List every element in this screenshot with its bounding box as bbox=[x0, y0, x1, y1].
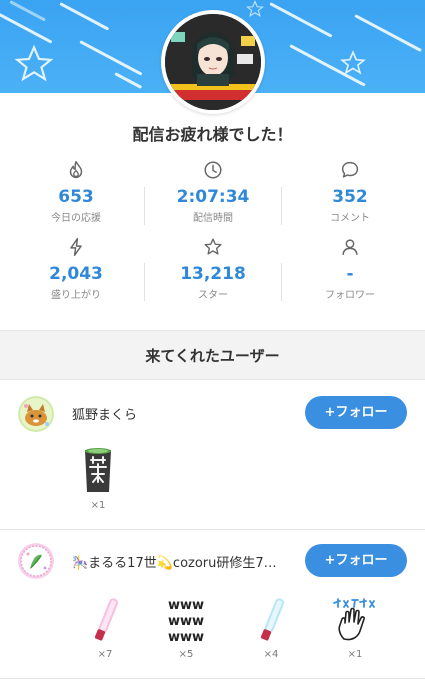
avatar[interactable] bbox=[18, 543, 54, 579]
follow-button[interactable]: +フォロー bbox=[305, 544, 407, 577]
gift-item: ×4 bbox=[246, 595, 296, 660]
thanks-message: 配信お疲れ様でした！ bbox=[132, 125, 293, 144]
stat-value: 653 bbox=[58, 187, 94, 207]
gift-count: ×1 bbox=[347, 649, 363, 660]
stat-label: スター bbox=[198, 290, 228, 301]
streamer-avatar-icon bbox=[165, 14, 261, 110]
pink-glowstick-icon bbox=[94, 598, 119, 641]
clock-icon bbox=[204, 161, 222, 179]
gift-item: ×7 bbox=[80, 595, 130, 660]
banner-star-icon bbox=[14, 44, 54, 82]
gift-item: ×1 bbox=[73, 446, 123, 511]
gift-item: ×1 bbox=[330, 595, 380, 660]
stat-followers: - フォロワー bbox=[282, 236, 418, 301]
visitor-name[interactable]: 🎠まるる17世💫cozoru研修生7… bbox=[72, 552, 292, 571]
stat-value: 2:07:34 bbox=[176, 187, 250, 207]
byebye-hand-icon bbox=[333, 598, 375, 641]
blue-glowstick-icon bbox=[260, 598, 285, 641]
www-text-icon: www www www bbox=[168, 598, 204, 645]
stat-value: 352 bbox=[332, 187, 368, 207]
stat-comments: 352 コメント bbox=[282, 159, 418, 224]
banner-star-icon bbox=[340, 50, 366, 75]
stat-excitement: 2,043 盛り上がり bbox=[8, 236, 144, 301]
banner-streak bbox=[0, 8, 53, 44]
banner-streak bbox=[354, 14, 422, 53]
stat-value: 2,043 bbox=[49, 264, 103, 284]
star-icon bbox=[204, 238, 222, 255]
banner-streak bbox=[79, 40, 143, 76]
stat-value: - bbox=[346, 264, 354, 284]
stat-value: 13,218 bbox=[180, 264, 246, 284]
stat-label: フォロワー bbox=[325, 290, 375, 301]
stat-support: 653 今日の応援 bbox=[8, 159, 144, 224]
gift-count: ×7 bbox=[97, 649, 113, 660]
tea-cup-icon bbox=[85, 448, 111, 492]
flame-icon bbox=[69, 161, 83, 178]
follow-button[interactable]: +フォロー bbox=[305, 396, 407, 429]
svg-text:www: www bbox=[168, 598, 204, 613]
person-icon bbox=[342, 239, 358, 256]
banner-streak bbox=[59, 2, 110, 31]
visitors-section-title: 来てくれたユーザー bbox=[0, 330, 425, 380]
divider bbox=[0, 529, 425, 530]
svg-text:www: www bbox=[168, 630, 204, 645]
gift-count: ×1 bbox=[90, 500, 106, 511]
stat-stars: 13,218 スター bbox=[145, 236, 281, 301]
banner-streak bbox=[269, 2, 333, 38]
visitor-name[interactable]: 狐野まくら bbox=[72, 404, 292, 423]
divider bbox=[0, 678, 425, 679]
stat-label: 今日の応援 bbox=[51, 213, 101, 224]
avatar[interactable] bbox=[18, 396, 54, 432]
gift-count: ×4 bbox=[263, 649, 279, 660]
svg-text:www: www bbox=[168, 614, 204, 629]
banner-star-icon bbox=[246, 0, 264, 17]
lightning-icon bbox=[70, 238, 82, 256]
stat-label: 盛り上がり bbox=[51, 290, 101, 301]
gift-item: www www www ×5 bbox=[161, 595, 211, 660]
banner-streak bbox=[9, 0, 47, 22]
stat-label: コメント bbox=[330, 213, 370, 224]
gift-count: ×5 bbox=[178, 649, 194, 660]
streamer-avatar[interactable] bbox=[161, 10, 265, 114]
comment-icon bbox=[341, 161, 359, 178]
stat-duration: 2:07:34 配信時間 bbox=[145, 159, 281, 224]
stat-label: 配信時間 bbox=[193, 213, 233, 224]
banner-streak bbox=[114, 72, 143, 89]
